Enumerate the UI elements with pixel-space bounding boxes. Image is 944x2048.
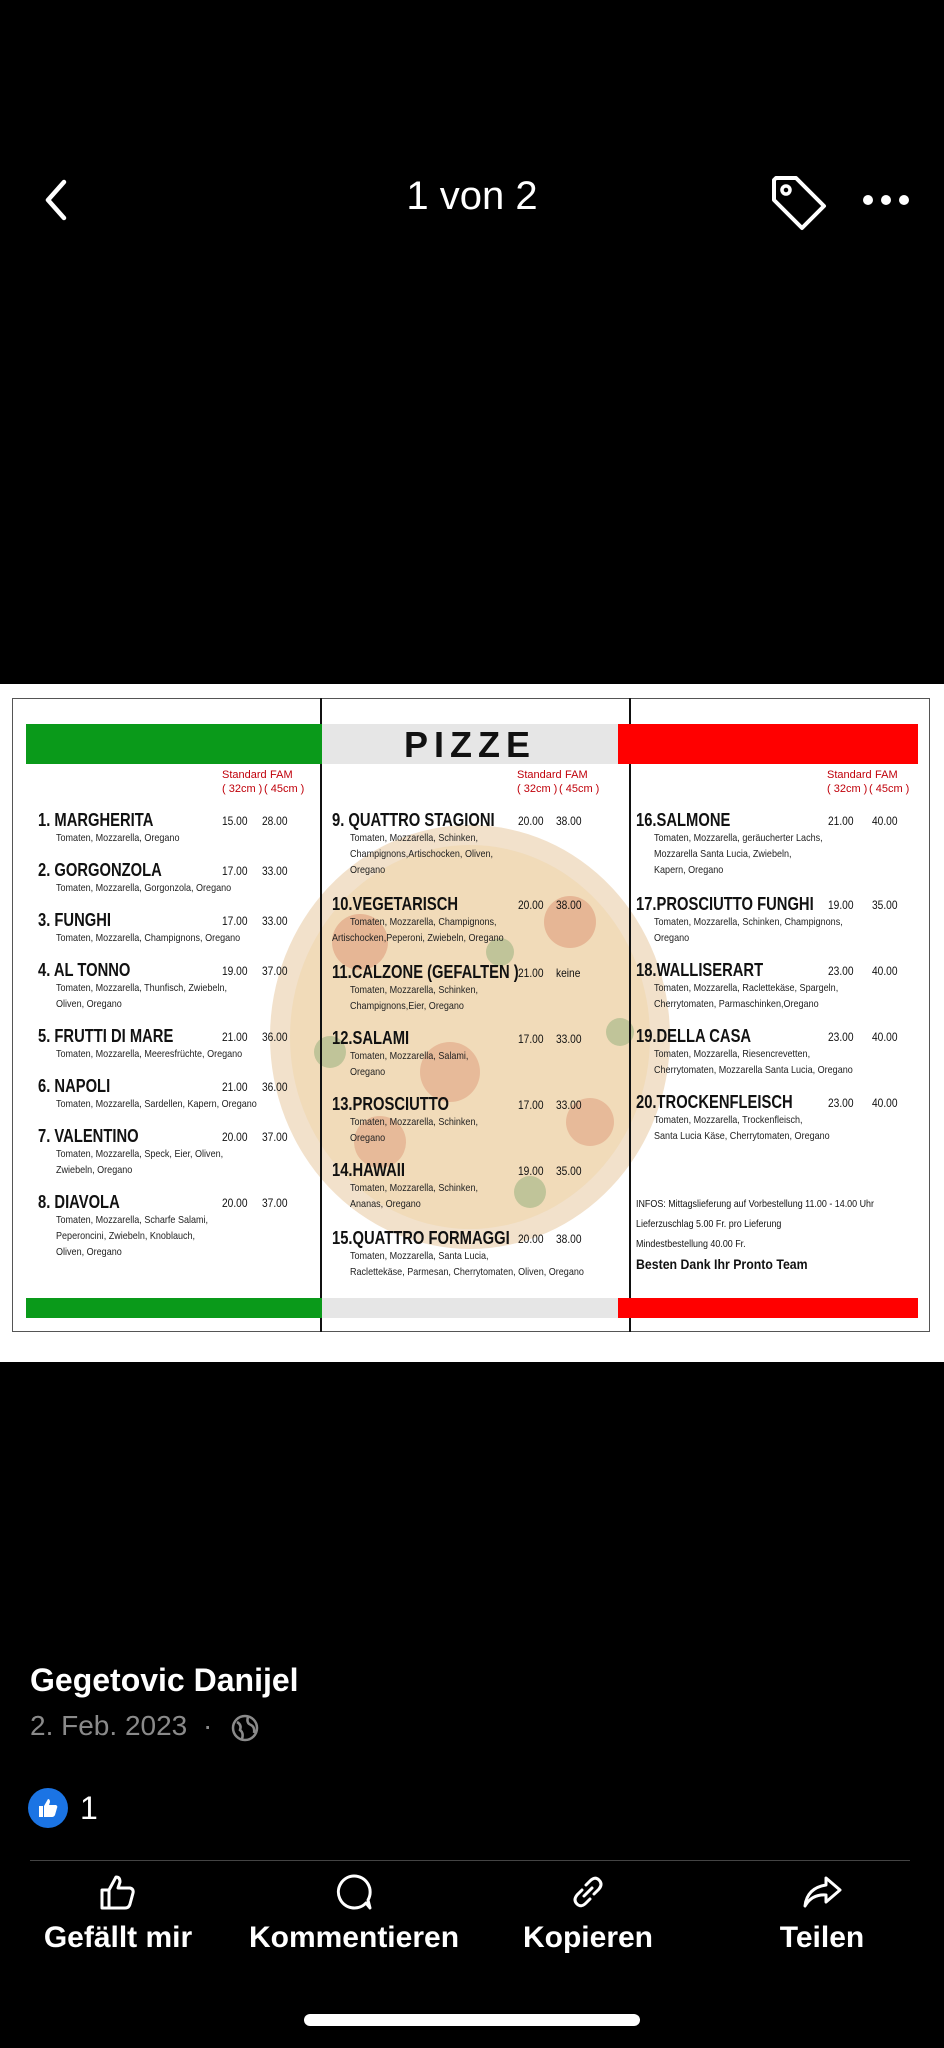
comment-button[interactable]: Kommentieren xyxy=(244,1872,464,1955)
menu-item: 10.VEGETARISCH Tomaten, Mozzarella, Cham… xyxy=(332,894,582,944)
menu-item: 20.TROCKENFLEISCH Tomaten, Mozzarella, T… xyxy=(636,1092,898,1142)
menu-item: 11.CALZONE (GEFALTEN ) Tomaten, Mozzarel… xyxy=(332,962,581,1012)
top-bar: 1 von 2 xyxy=(0,160,944,240)
menu-item: 3. FUNGHI Tomaten, Mozzarella, Champigno… xyxy=(38,910,288,944)
info-line: Lieferzuschlag 5.00 Fr. pro Lieferung xyxy=(636,1218,782,1230)
size-header: Standard FAM ( 32cm )( 45cm ) xyxy=(827,769,910,795)
like-button[interactable]: Gefällt mir xyxy=(8,1872,228,1955)
tag-button[interactable] xyxy=(766,170,830,234)
menu-item: 6. NAPOLI Tomaten, Mozzarella, Sardellen… xyxy=(38,1076,288,1110)
more-dots-icon xyxy=(863,195,909,205)
thanks-text: Besten Dank Ihr Pronto Team xyxy=(636,1256,808,1272)
menu-item: 14.HAWAII Tomaten, Mozzarella, Schinken,… xyxy=(332,1160,582,1210)
size-header: Standard FAM ( 32cm )( 45cm ) xyxy=(222,769,305,795)
flag-red-top xyxy=(618,724,918,764)
meta-separator: · xyxy=(203,1710,213,1741)
thumbs-up-outline-icon xyxy=(100,1875,135,1910)
menu-item: 12.SALAMI Tomaten, Mozzarella, Salami, O… xyxy=(332,1028,582,1078)
menu-item: 5. FRUTTI DI MARE Tomaten, Mozzarella, M… xyxy=(38,1026,288,1060)
flag-white-bottom xyxy=(322,1298,618,1318)
flag-green-bottom xyxy=(26,1298,322,1318)
menu-item: 15.QUATTRO FORMAGGI Tomaten, Mozzarella,… xyxy=(332,1228,584,1278)
like-badge xyxy=(28,1788,68,1828)
menu-item: 9. QUATTRO STAGIONI Tomaten, Mozzarella,… xyxy=(332,810,582,876)
like-count: 1 xyxy=(80,1789,98,1826)
comment-icon xyxy=(336,1874,372,1910)
size-header: Standard FAM ( 32cm )( 45cm ) xyxy=(517,769,600,795)
tag-icon xyxy=(772,176,826,230)
globe-icon xyxy=(231,1714,259,1741)
more-options-button[interactable] xyxy=(860,174,912,226)
menu-item: 1. MARGHERITA Tomaten, Mozzarella, Orega… xyxy=(38,810,288,844)
menu-photo[interactable]: PIZZE Standard FAM ( 32cm )( 45cm ) Stand… xyxy=(0,684,944,1362)
home-indicator[interactable] xyxy=(304,2014,640,2026)
share-icon xyxy=(803,1876,842,1908)
flag-red-bottom xyxy=(618,1298,918,1318)
info-line: INFOS: Mittagslieferung auf Vorbestellun… xyxy=(636,1198,874,1210)
menu-item: 7. VALENTINO Tomaten, Mozzarella, Speck,… xyxy=(38,1126,288,1176)
divider xyxy=(30,1860,910,1861)
menu-item: 18.WALLISERART Tomaten, Mozzarella, Racl… xyxy=(636,960,898,1010)
flag-green-top xyxy=(26,724,322,764)
thumbs-up-icon xyxy=(39,1799,58,1817)
share-button[interactable]: Teilen xyxy=(712,1872,932,1955)
reactions-row[interactable]: 1 xyxy=(28,1788,98,1828)
menu-title: PIZZE xyxy=(403,724,536,765)
menu-item: 8. DIAVOLA Tomaten, Mozzarella, Scharfe … xyxy=(38,1192,288,1258)
link-icon xyxy=(573,1876,603,1908)
post-meta: 2. Feb. 2023 · xyxy=(30,1710,260,1743)
column-divider xyxy=(629,698,631,1332)
menu-item: 16.SALMONE Tomaten, Mozzarella, geräuche… xyxy=(636,810,898,876)
post-date[interactable]: 2. Feb. 2023 xyxy=(30,1710,187,1741)
menu-item: 17.PROSCIUTTO FUNGHI Tomaten, Mozzarella… xyxy=(636,894,898,944)
menu-item: 19.DELLA CASA Tomaten, Mozzarella, Riese… xyxy=(636,1026,898,1076)
info-line: Mindestbestellung 40.00 Fr. xyxy=(636,1238,746,1250)
menu-item: 4. AL TONNO Tomaten, Mozzarella, Thunfis… xyxy=(38,960,288,1010)
column-divider xyxy=(320,698,322,1332)
post-author[interactable]: Gegetovic Danijel xyxy=(30,1662,299,1699)
menu-item: 13.PROSCIUTTO Tomaten, Mozzarella, Schin… xyxy=(332,1094,582,1144)
copy-link-button[interactable]: Kopieren xyxy=(478,1872,698,1955)
menu-item: 2. GORGONZOLA Tomaten, Mozzarella, Gorgo… xyxy=(38,860,288,894)
